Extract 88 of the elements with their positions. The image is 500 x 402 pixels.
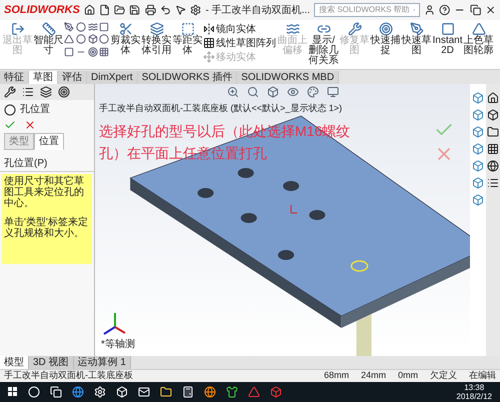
move-icon (203, 51, 215, 63)
shirt-icon[interactable] (226, 386, 238, 398)
open-folder-icon[interactable] (114, 4, 126, 16)
select-icon[interactable] (175, 4, 186, 16)
search-field[interactable]: 搜索 SOLIDWORKS 帮助 (314, 3, 420, 17)
view-cube-icon[interactable] (472, 194, 484, 206)
status-field: 0mm (398, 369, 418, 383)
save-icon[interactable] (129, 4, 141, 16)
target-icon (378, 22, 392, 36)
view-orientation-icon[interactable] (266, 86, 278, 98)
view-cube-icon[interactable] (472, 109, 484, 121)
zoom-icon[interactable] (226, 86, 238, 98)
pen-icon (410, 22, 424, 36)
mail-icon[interactable] (138, 386, 150, 398)
ok-icon[interactable] (4, 119, 16, 131)
settings-icon[interactable] (190, 4, 202, 16)
status-field: 在编辑 (469, 369, 496, 383)
status-text: 手工改半自动双面机-工装底座板 (4, 369, 134, 382)
section-title[interactable]: 孔位置(P) (0, 156, 94, 172)
help-icon[interactable] (439, 4, 450, 16)
scissors-icon (118, 22, 132, 36)
ribbon-button[interactable]: 智能尺寸 (33, 22, 64, 56)
task-view-icon[interactable] (50, 386, 62, 398)
user-icon[interactable] (424, 4, 436, 16)
folder-icon[interactable] (487, 126, 499, 138)
command-tab[interactable]: 特征 (0, 71, 29, 84)
square-icon (440, 22, 454, 36)
offset-square-icon (180, 22, 194, 36)
restore-icon[interactable] (470, 4, 481, 16)
app-logo: SOLIDWORKS (4, 2, 80, 18)
ribbon-button[interactable]: 显示/删除几何关系 (308, 22, 339, 66)
status-field: 欠定义 (430, 369, 457, 383)
view-settings-icon[interactable] (326, 86, 338, 98)
ribbon-button[interactable]: 等距实体 (172, 22, 203, 56)
browser-icon[interactable] (72, 386, 84, 398)
wrench-icon (348, 22, 362, 36)
window-title: - 手工改半自动双面机... (206, 4, 310, 18)
model-tab[interactable]: 3D 视图 (29, 356, 74, 369)
close-icon[interactable] (484, 4, 496, 16)
wave-icon (286, 22, 300, 36)
ribbon-button[interactable]: 线性草图阵列 (203, 36, 277, 50)
message-text: 使用尺寸和其它草图工具来定位孔的中心。 (4, 176, 85, 209)
sketch-tools-drawing[interactable] (64, 22, 110, 58)
view-label: *等轴测 (101, 338, 135, 352)
status-field: 24mm (360, 369, 386, 383)
ribbon-button[interactable]: 转换实体引用 (141, 22, 172, 56)
view-cube-icon[interactable] (472, 126, 484, 138)
breadcrumb[interactable]: 手工改半自动双面机-工装底座板 (默认<<默认>_显示状态 1>) (99, 102, 466, 116)
grid-icon (203, 37, 215, 49)
model-tab[interactable]: 模型 (0, 356, 29, 369)
undo-icon[interactable] (160, 4, 172, 16)
model-tab[interactable]: 运动算例 1 (74, 356, 131, 369)
windows-logo-icon[interactable] (8, 387, 18, 397)
ribbon-button[interactable]: 快速草图 (401, 22, 432, 56)
mirror-icon (203, 23, 215, 35)
ribbon-button[interactable]: 上色草图轮廓 (463, 22, 494, 56)
command-tab[interactable]: 评估 (58, 71, 87, 84)
home-icon[interactable] (84, 4, 95, 16)
exit-icon (10, 22, 24, 36)
status-field: 68mm (324, 369, 349, 383)
clock-date: 2018/2/12 (456, 392, 492, 401)
panel-tab[interactable]: 类型 (4, 133, 34, 150)
command-tab[interactable]: 草图 (29, 71, 58, 84)
view-cube-icon[interactable] (472, 143, 484, 155)
display-icon[interactable] (286, 86, 298, 98)
ribbon-button[interactable]: Instant2D (432, 22, 463, 56)
panel-tab[interactable]: 位置 (34, 133, 64, 150)
cancel-icon[interactable] (24, 119, 36, 131)
search-icon[interactable] (28, 386, 40, 398)
ribbon-button[interactable]: 剪裁实体 (110, 22, 141, 56)
new-file-icon[interactable] (99, 4, 110, 16)
ribbon-button[interactable]: 镜向实体 (203, 22, 277, 36)
view-cube-icon[interactable] (472, 160, 484, 172)
command-tab[interactable]: SOLIDWORKS MBD (237, 71, 340, 84)
view-cube-icon[interactable] (472, 92, 484, 104)
layers-icon (150, 22, 164, 36)
message-text: 单击'类型'标签来定义孔规格和大小。 (4, 217, 89, 239)
view-cube-icon[interactable] (472, 177, 484, 189)
ribbon-button[interactable]: 快速捕捉 (370, 22, 401, 56)
command-tab[interactable]: SOLIDWORKS 插件 (138, 71, 238, 84)
panel-title: 孔位置 (20, 102, 50, 117)
calculator-icon[interactable] (182, 386, 194, 398)
print-icon[interactable] (144, 4, 156, 16)
ruler-icon (42, 22, 56, 36)
home-icon[interactable] (487, 92, 499, 104)
command-tab[interactable]: DimXpert (87, 71, 138, 84)
zoom-area-icon[interactable] (246, 86, 258, 98)
clock-time: 13:38 (464, 383, 484, 392)
